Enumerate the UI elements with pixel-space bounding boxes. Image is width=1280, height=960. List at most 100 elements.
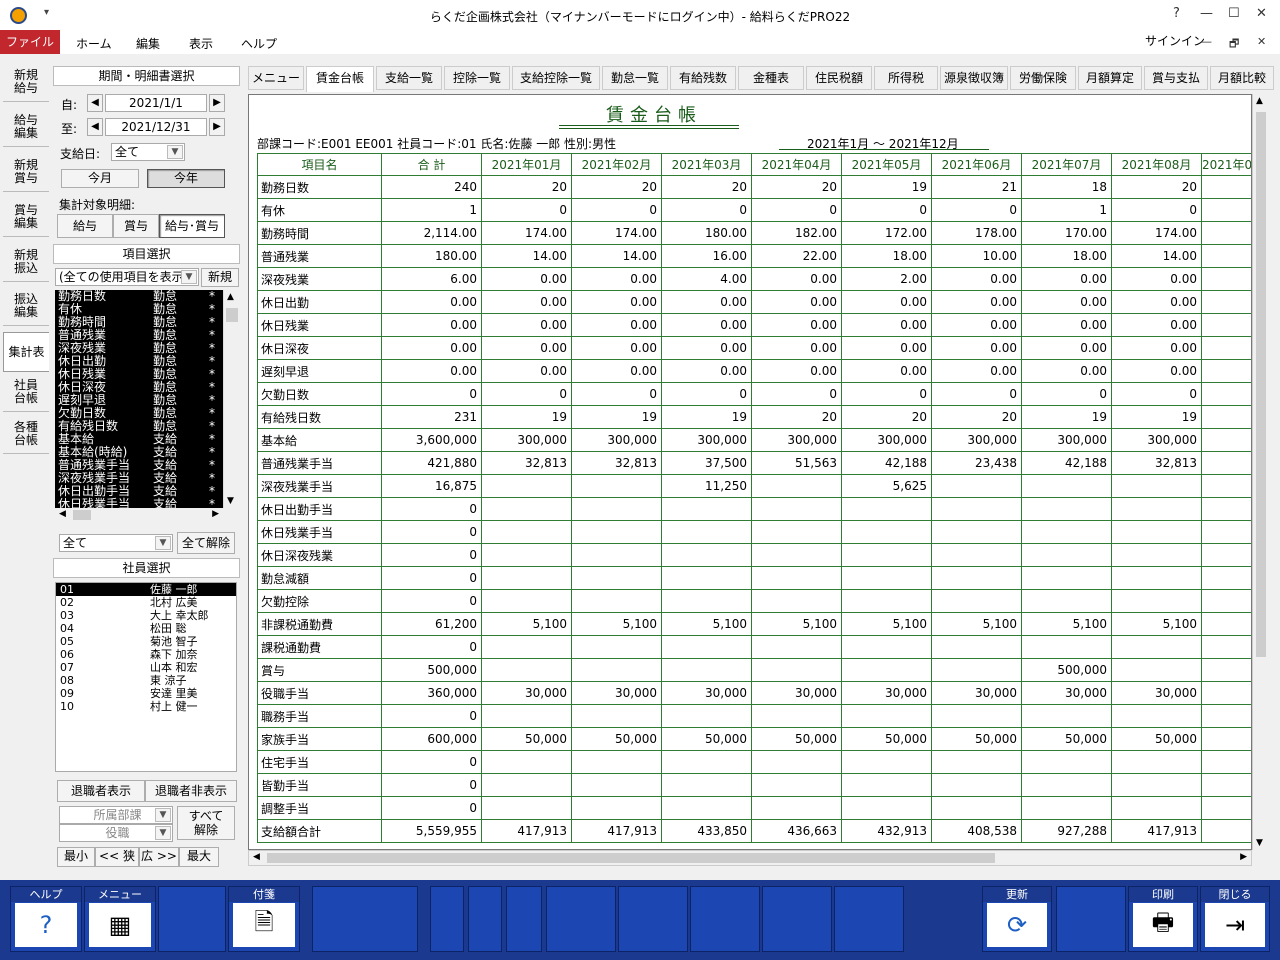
ltab-edit-salary[interactable]: 給与 編集 <box>3 107 49 147</box>
employee-row[interactable]: 10 村上 健一 <box>56 700 236 713</box>
fkey-1[interactable]: メニュー ▦ <box>84 886 156 952</box>
select-all-combo[interactable]: 全て ▼ <box>59 534 173 552</box>
to-prev-button[interactable]: ◀ <box>87 118 103 136</box>
employee-row[interactable]: 06 森下 加奈 <box>56 648 236 661</box>
fkey-3[interactable]: 付箋 🗎 <box>228 886 300 952</box>
fkey-6[interactable] <box>468 886 502 952</box>
tab-3[interactable]: 控除一覧 <box>444 66 510 90</box>
fkey-4[interactable] <box>312 886 418 952</box>
doc-minimize-button[interactable]: — <box>1201 35 1212 48</box>
employee-list[interactable]: 01 佐藤 一郎 02 北村 広美 03 大上 幸太郎 04 松田 聡 05 菊池 智子 06 森下 … <box>55 582 237 772</box>
fkey-7[interactable] <box>506 886 542 952</box>
this-year-button[interactable]: 今年 <box>147 169 225 188</box>
item-filter-select[interactable]: (全ての使用項目を表示) ▼ <box>55 268 199 286</box>
employee-row[interactable]: 03 大上 幸太郎 <box>56 609 236 622</box>
ltab-summary[interactable]: 集計表 <box>3 332 49 372</box>
tab-8[interactable]: 住民税額 <box>806 66 872 90</box>
to-next-button[interactable]: ▶ <box>209 118 225 136</box>
from-next-button[interactable]: ▶ <box>209 94 225 112</box>
narrow-button[interactable]: << 狭 <box>95 847 139 867</box>
target-salary-button[interactable]: 給与 <box>57 214 113 238</box>
fkey-13[interactable]: 更新 ⟳ <box>982 886 1052 952</box>
employee-row[interactable]: 05 菊池 智子 <box>56 635 236 648</box>
employee-row[interactable]: 09 安達 里美 <box>56 687 236 700</box>
tab-13[interactable]: 賞与支払 <box>1144 66 1208 90</box>
report-hscroll[interactable]: ◀ ▶ <box>248 850 1252 866</box>
signin-link[interactable]: サインイン <box>1145 32 1205 49</box>
report-vscroll[interactable]: ▲ ▼ <box>1252 94 1268 850</box>
fkey-16[interactable]: 閉じる ⇥ <box>1200 886 1270 952</box>
ltab-edit-transfer[interactable]: 振込 編集 <box>3 286 49 326</box>
fkey-2[interactable] <box>158 886 226 952</box>
employee-row[interactable]: 01 佐藤 一郎 <box>56 583 236 596</box>
menu-edit[interactable]: 編集 <box>136 35 160 52</box>
tab-6[interactable]: 有給残数 <box>670 66 736 90</box>
scroll-thumb[interactable] <box>1256 112 1266 657</box>
doc-restore-button[interactable]: 🗗 <box>1229 35 1239 54</box>
fkey-8[interactable] <box>546 886 616 952</box>
doc-close-button[interactable]: ✕ <box>1257 35 1266 48</box>
chevron-left-icon[interactable]: ◀ <box>253 852 260 862</box>
new-item-button[interactable]: 新規 <box>201 268 239 287</box>
item-list[interactable]: 勤務日数 勤怠 * 有休 勤怠 * 勤務時間 勤怠 * 普通残業 勤怠 * 深夜残業 勤怠 * 休日出勤 勤怠 *… <box>55 290 223 508</box>
tab-14[interactable]: 月額比較 <box>1210 66 1274 90</box>
dept-select[interactable]: 所属部課 ▼ <box>59 806 173 824</box>
employee-row[interactable]: 02 北村 広美 <box>56 596 236 609</box>
fkey-14[interactable] <box>1056 886 1126 952</box>
menu-help[interactable]: ヘルプ <box>241 35 277 52</box>
employee-row[interactable]: 08 東 涼子 <box>56 674 236 687</box>
post-select[interactable]: 役職 ▼ <box>59 824 173 842</box>
tab-5[interactable]: 勤怠一覧 <box>602 66 668 90</box>
ltab-new-salary[interactable]: 新規 給与 <box>3 62 49 102</box>
this-month-button[interactable]: 今月 <box>61 169 139 188</box>
chevron-right-icon[interactable]: ▶ <box>1240 852 1247 862</box>
ltab-other-ledgers[interactable]: 各種 台帳 <box>3 414 49 454</box>
from-date-input[interactable]: 2021/1/1 <box>105 94 207 112</box>
fkey-5[interactable] <box>430 886 464 952</box>
fkey-9[interactable] <box>618 886 688 952</box>
tab-12[interactable]: 月額算定 <box>1078 66 1142 90</box>
item-list-vscroll[interactable]: ▲ ▼ <box>223 290 239 508</box>
tab-11[interactable]: 労働保険 <box>1010 66 1076 90</box>
clear-selection-button[interactable]: すべて 解除 <box>177 806 235 840</box>
show-retired-button[interactable]: 退職者表示 <box>57 780 145 802</box>
paydate-select[interactable]: 全て ▼ <box>111 143 185 161</box>
fkey-15[interactable]: 印刷 🖶 <box>1128 886 1198 952</box>
help-icon[interactable]: ? <box>1173 6 1180 21</box>
target-both-button[interactable]: 給与･賞与 <box>159 214 225 238</box>
ltab-edit-bonus[interactable]: 賞与 編集 <box>3 197 49 237</box>
tab-4[interactable]: 支給控除一覧 <box>512 66 600 90</box>
max-width-button[interactable]: 最大 <box>179 847 219 867</box>
scroll-thumb[interactable] <box>226 308 238 322</box>
item-list-hscroll[interactable]: ◀ ▶ <box>55 508 223 522</box>
to-date-input[interactable]: 2021/12/31 <box>105 118 207 136</box>
minimize-button[interactable]: — <box>1200 6 1213 21</box>
hide-retired-button[interactable]: 退職者非表示 <box>145 780 237 802</box>
tab-1[interactable]: 賃金台帳 <box>306 66 374 92</box>
ltab-new-bonus[interactable]: 新規 賞与 <box>3 152 49 192</box>
employee-row[interactable]: 04 松田 聡 <box>56 622 236 635</box>
tab-7[interactable]: 金種表 <box>738 66 804 90</box>
ltab-new-transfer[interactable]: 新規 振込 <box>3 242 49 282</box>
menu-file[interactable]: ファイル <box>0 30 60 54</box>
fkey-11[interactable] <box>762 886 832 952</box>
fkey-10[interactable] <box>690 886 760 952</box>
widen-button[interactable]: 広 >> <box>139 847 179 867</box>
chevron-right-icon[interactable]: ▶ <box>212 509 219 519</box>
chevron-up-icon[interactable]: ▲ <box>227 292 234 302</box>
tab-9[interactable]: 所得税 <box>874 66 938 90</box>
maximize-button[interactable]: ☐ <box>1228 6 1240 21</box>
menu-view[interactable]: 表示 <box>189 35 213 52</box>
fkey-12[interactable] <box>834 886 904 952</box>
tab-0[interactable]: メニュー <box>248 66 304 90</box>
chevron-down-icon[interactable]: ▼ <box>227 496 234 506</box>
list-item[interactable]: 休日残業手当 支給 * <box>55 498 223 509</box>
target-bonus-button[interactable]: 賞与 <box>113 214 159 238</box>
employee-row[interactable]: 07 山本 和宏 <box>56 661 236 674</box>
scroll-thumb[interactable] <box>267 853 995 863</box>
menu-home[interactable]: ホーム <box>76 35 112 52</box>
chevron-down-icon[interactable]: ▼ <box>1256 838 1263 848</box>
chevron-up-icon[interactable]: ▲ <box>1256 96 1263 106</box>
clear-all-button[interactable]: 全て解除 <box>177 532 235 554</box>
ltab-employee-ledger[interactable]: 社員 台帳 <box>3 372 49 412</box>
